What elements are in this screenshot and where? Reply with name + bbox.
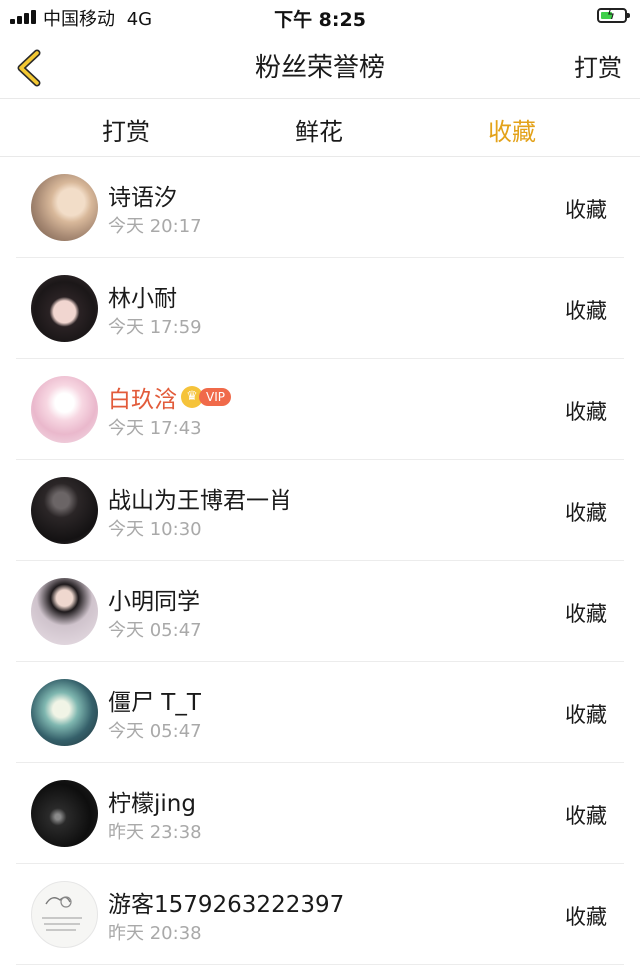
avatar: [31, 881, 98, 948]
fan-name: 战山为王博君一肖: [108, 481, 292, 515]
vip-label: VIP: [199, 388, 231, 406]
fan-time: 昨天 23:38: [108, 822, 202, 843]
avatar: [31, 477, 98, 544]
fan-name-text: 僵尸 T_T: [108, 690, 201, 716]
status-time: 下午 8:25: [274, 9, 366, 31]
nav-bar: 粉丝荣誉榜 打赏: [0, 36, 640, 99]
sketch-avatar-icon: [42, 896, 82, 931]
fan-name: 柠檬jing: [108, 784, 196, 818]
avatar: [31, 780, 98, 847]
tab-bar: 打赏 鲜花 收藏: [0, 99, 640, 157]
action-label: 收藏: [565, 400, 607, 424]
list-item[interactable]: 柠檬jing 昨天 23:38 收藏: [0, 763, 640, 864]
status-bar: 中国移动 4G 下午 8:25 ϟ: [0, 0, 640, 36]
fan-name: 林小耐: [108, 279, 177, 313]
fan-name-text: 小明同学: [108, 589, 200, 615]
action-label: 收藏: [565, 299, 607, 323]
avatar: [31, 679, 98, 746]
fan-name: 僵尸 T_T: [108, 683, 201, 717]
action-label: 收藏: [565, 804, 607, 828]
avatar: [31, 578, 98, 645]
fan-time: 昨天 20:38: [108, 923, 202, 944]
list-item[interactable]: 僵尸 T_T 今天 05:47 收藏: [0, 662, 640, 763]
list-item[interactable]: 林小耐 今天 17:59 收藏: [0, 258, 640, 359]
action-label: 收藏: [565, 703, 607, 727]
fan-time: 今天 05:47: [108, 721, 202, 742]
action-label: 收藏: [565, 602, 607, 626]
fan-name-text: 游客1579263222397: [108, 892, 345, 918]
fan-name-text: 战山为王博君一肖: [108, 488, 292, 514]
fan-name: 诗语汐: [108, 178, 177, 212]
fan-name: 小明同学: [108, 582, 200, 616]
reward-button[interactable]: 打赏: [574, 48, 622, 83]
fan-name-text: 诗语汐: [108, 185, 177, 211]
avatar: [31, 174, 98, 241]
chevron-left-icon: [17, 49, 41, 87]
list-item[interactable]: 小明同学 今天 05:47 收藏: [0, 561, 640, 662]
action-label: 收藏: [565, 905, 607, 929]
battery-icon: ϟ: [597, 8, 630, 23]
fan-time: 今天 10:30: [108, 519, 202, 540]
back-button[interactable]: [10, 46, 54, 90]
tab-reward[interactable]: 打赏: [66, 112, 186, 147]
page-title: 粉丝荣誉榜: [254, 53, 385, 83]
list-item[interactable]: 白玖浛 ♛ VIP 今天 17:43 收藏: [0, 359, 640, 460]
fan-time: 今天 20:17: [108, 216, 202, 237]
action-label: 收藏: [565, 198, 607, 222]
fan-name-text: 白玖浛: [108, 387, 177, 413]
vip-badge: ♛ VIP: [181, 386, 231, 408]
fan-name-text: 林小耐: [108, 286, 177, 312]
list-item[interactable]: 战山为王博君一肖 今天 10:30 收藏: [0, 460, 640, 561]
fan-time: 今天 05:47: [108, 620, 202, 641]
avatar: [31, 275, 98, 342]
fan-time: 今天 17:59: [108, 317, 202, 338]
tab-flowers[interactable]: 鲜花: [259, 112, 379, 147]
fan-name: 游客1579263222397: [108, 885, 344, 919]
tab-favorites[interactable]: 收藏: [452, 112, 572, 147]
list-item[interactable]: 游客1579263222397 昨天 20:38 收藏: [0, 864, 640, 965]
action-label: 收藏: [565, 501, 607, 525]
fan-name: 白玖浛 ♛ VIP: [108, 380, 231, 414]
fan-list: 诗语汐 今天 20:17 收藏 林小耐 今天 17:59 收藏 白玖浛 ♛ VI…: [0, 157, 640, 965]
fan-time: 今天 17:43: [108, 418, 202, 439]
avatar: [31, 376, 98, 443]
fan-name-text: 柠檬jing: [108, 791, 196, 817]
list-item[interactable]: 诗语汐 今天 20:17 收藏: [0, 157, 640, 258]
